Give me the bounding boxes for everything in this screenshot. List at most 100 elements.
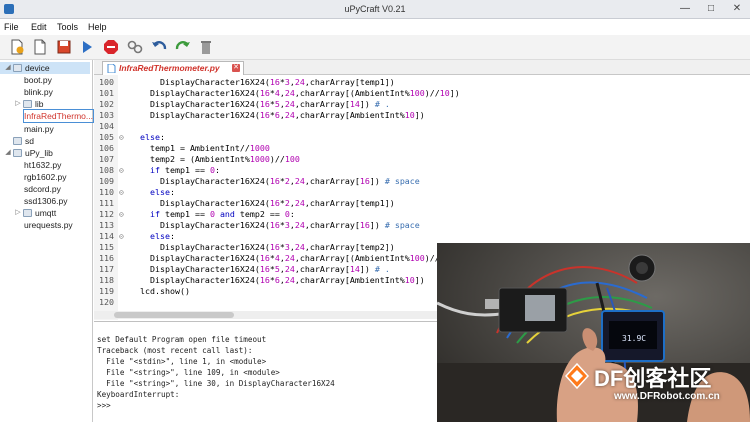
fold-toggle-icon[interactable]: ⊝ [119,231,124,242]
tree-item[interactable]: sd [0,135,90,147]
new-file-icon[interactable] [8,38,26,56]
folder-icon [23,100,32,109]
code-text: DisplayCharacter16X24(16*5,24,charArray[… [130,99,390,109]
line-number: 114 [99,231,114,241]
menu-help[interactable]: Help [88,19,107,35]
menu-tools[interactable]: Tools [57,19,78,35]
line-number: 103 [99,110,114,120]
line-number: 119 [99,286,114,296]
tree-item-label: main.py [24,123,54,134]
line-number: 117 [99,264,114,274]
tree-item[interactable]: main.py [0,123,90,135]
code-line[interactable]: 107 temp2 = (AmbientInt%1000)//100 [94,154,750,165]
fold-toggle-icon[interactable]: ⊝ [119,132,124,143]
line-number: 101 [99,88,114,98]
undo-icon[interactable] [150,38,168,56]
code-text: DisplayCharacter16X24(16*3,24,charArray[… [130,242,395,252]
code-line[interactable]: 108 ⊝ if temp1 == 0: [94,165,750,176]
tree-item[interactable]: blink.py [0,86,90,98]
code-text: DisplayCharacter16X24(16*4,24,charArray[… [130,88,460,98]
code-line[interactable]: 106 temp1 = AmbientInt//1000 [94,143,750,154]
code-line[interactable]: 109 DisplayCharacter16X24(16*2,24,charAr… [94,176,750,187]
tree-item-label: umqtt [35,208,57,219]
close-window-button[interactable]: ✕ [724,0,750,18]
code-line[interactable]: 113 DisplayCharacter16X24(16*3,24,charAr… [94,220,750,231]
code-line[interactable]: 101 DisplayCharacter16X24(16*4,24,charAr… [94,88,750,99]
code-line[interactable]: 105 ⊝ else: [94,132,750,143]
redo-icon[interactable] [174,38,192,56]
tree-item[interactable]: ht1632.py [0,159,90,171]
code-text: DisplayCharacter16X24(16*2,24,charArray[… [130,176,420,186]
line-number: 115 [99,242,114,252]
console-line: File "<string>", line 109, in <module> [97,368,280,377]
tree-item-label: urequests.py [24,220,73,231]
code-line[interactable]: 104 [94,121,750,132]
minimize-button[interactable]: — [672,0,698,18]
code-line[interactable]: 100 DisplayCharacter16X24(16*3,24,charAr… [94,77,750,88]
watermark-url: www.DFRobot.com.cn [614,391,720,402]
console-line: File "<string>", line 30, in DisplayChar… [97,379,335,388]
tree-item-label: uPy_lib [25,147,53,158]
tree-item[interactable]: sdcord.py [0,183,90,195]
tree-item[interactable]: InfraRedThermo... [0,109,94,124]
save-icon[interactable] [55,38,73,56]
trash-icon[interactable] [197,38,215,56]
oled-reading: 31.9C [622,334,647,343]
hardware-photo: 31.9C DF创客社区 www.DFRobot.com.cn [437,243,750,422]
maximize-button[interactable]: □ [698,0,724,18]
code-text: DisplayCharacter16X24(16*3,24,charArray[… [130,77,395,87]
open-file-icon[interactable] [31,38,49,56]
code-line[interactable]: 114 ⊝ else: [94,231,750,242]
line-number: 104 [99,121,114,131]
tree-expander-icon[interactable]: ▷ [14,207,22,219]
line-number: 116 [99,253,114,263]
tree-expander-icon[interactable]: ◢ [4,62,12,74]
menu-edit[interactable]: Edit [31,19,47,35]
code-text: if temp1 == 0: [149,165,220,175]
line-number: 110 [99,187,114,197]
line-number: 113 [99,220,114,230]
tree-item[interactable]: ▷ lib [0,98,90,110]
run-icon[interactable] [78,38,96,56]
tree-item-label: InfraRedThermo... [23,109,94,124]
line-number: 102 [99,99,114,109]
tab-infraredthermometer[interactable]: InfraRedThermometer.py ✕ [102,61,244,75]
tree-expander-icon[interactable]: ◢ [4,147,12,159]
tree-item[interactable]: boot.py [0,74,90,86]
code-line[interactable]: 102 DisplayCharacter16X24(16*5,24,charAr… [94,99,750,110]
tree-item[interactable]: ssd1306.py [0,195,90,207]
close-tab-icon[interactable]: ✕ [232,64,240,72]
code-line[interactable]: 110 ⊝ else: [94,187,750,198]
fold-toggle-icon[interactable]: ⊝ [119,187,124,198]
code-line[interactable]: 103 DisplayCharacter16X24(16*6,24,charAr… [94,110,750,121]
line-number: 109 [99,176,114,186]
file-tree: ◢ device boot.py blink.py ▷ lib InfraRedThermo… [0,60,94,422]
repl-prompt[interactable]: >>> [97,400,111,411]
fold-toggle-icon[interactable]: ⊝ [119,209,124,220]
menu-file[interactable]: File [4,19,19,35]
window-title: uPyCraft V0.21 [344,4,406,14]
scrollbar-thumb[interactable] [114,312,234,318]
tree-item[interactable]: ◢ uPy_lib [0,147,90,159]
tree-expander-icon[interactable]: ▷ [14,98,22,110]
line-number: 105 [99,132,114,142]
tree-item[interactable]: ◢ device [0,62,90,74]
tree-item[interactable]: rgb1602.py [0,171,90,183]
code-text: else: [149,187,175,197]
folder-icon [13,64,22,72]
tree-item[interactable]: ▷ umqtt [0,207,90,219]
connect-icon[interactable] [126,38,144,56]
code-line[interactable]: 112 ⊝ if temp1 == 0 and temp2 == 0: [94,209,750,220]
folder-icon [13,148,22,157]
line-number: 120 [99,297,114,307]
folder-icon [13,136,22,145]
code-text: DisplayCharacter16X24(16*6,24,charArray[… [130,275,425,285]
tree-item-label: ht1632.py [24,159,62,170]
code-line[interactable]: 111 DisplayCharacter16X24(16*2,24,charAr… [94,198,750,209]
line-number: 108 [99,165,114,175]
stop-icon[interactable] [102,38,120,56]
horizontal-scrollbar[interactable] [94,311,437,319]
fold-toggle-icon[interactable]: ⊝ [119,165,124,176]
tree-item[interactable]: urequests.py [0,219,90,231]
watermark-brand: DF创客社区 [594,366,712,391]
